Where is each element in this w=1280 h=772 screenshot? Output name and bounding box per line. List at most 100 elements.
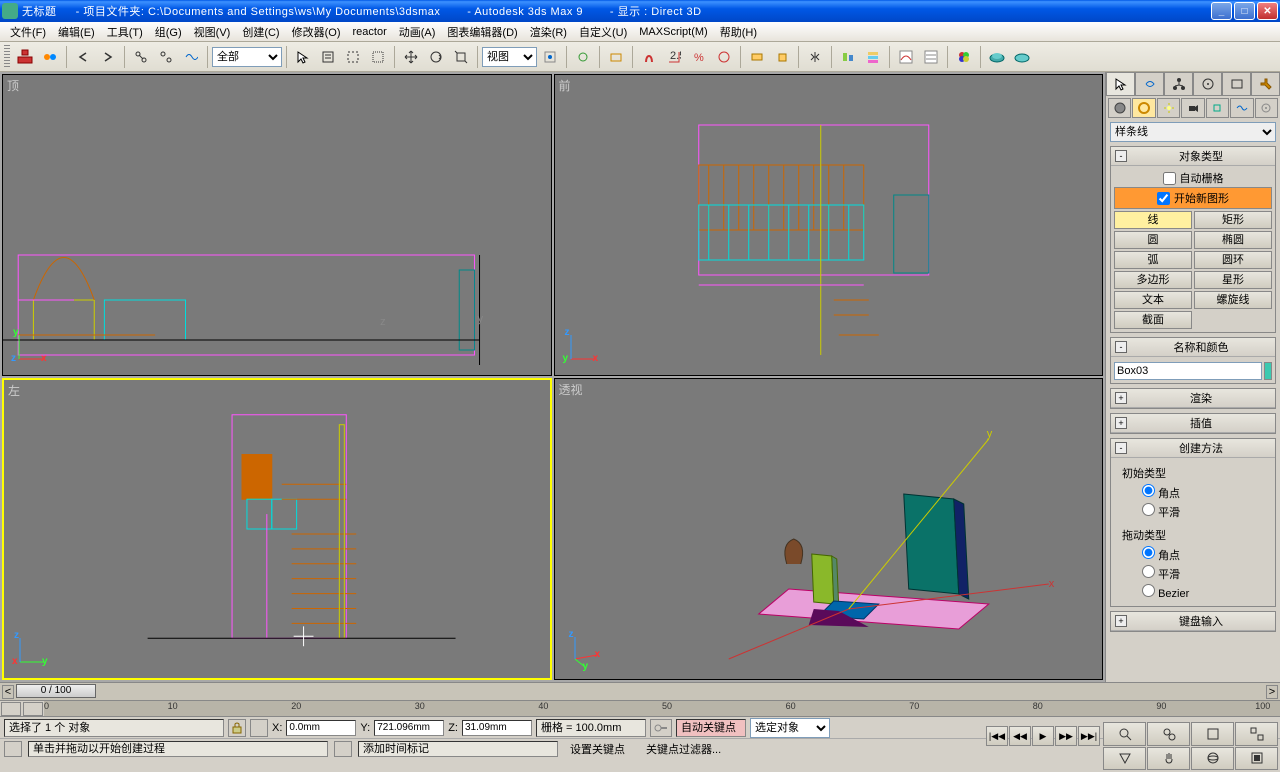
start-new-shape-checkbox[interactable]	[1157, 192, 1170, 205]
shape-btn-ellipse[interactable]: 椭圆	[1194, 231, 1272, 249]
keyboard-shortcut-icon[interactable]	[604, 45, 628, 69]
coord-z-input[interactable]	[462, 720, 532, 736]
tab-utilities[interactable]	[1251, 72, 1280, 95]
tab-motion[interactable]	[1193, 72, 1222, 95]
subtab-shapes[interactable]	[1132, 98, 1155, 118]
trackbar-toggle[interactable]	[1, 702, 21, 716]
shape-btn-text[interactable]: 文本	[1114, 291, 1192, 309]
selection-filter-dropdown[interactable]: 全部	[212, 47, 282, 67]
zoom-extents-icon[interactable]	[1191, 722, 1234, 746]
viewport-front[interactable]: 前	[554, 74, 1104, 376]
schematic-view-icon[interactable]	[13, 45, 37, 69]
select-manipulate-icon[interactable]	[571, 45, 595, 69]
layers-icon[interactable]	[38, 45, 62, 69]
angle-snap-icon[interactable]: 2.5	[662, 45, 686, 69]
bind-spacewarp-icon[interactable]	[179, 45, 203, 69]
viewport-left[interactable]: 左	[2, 378, 552, 680]
menu-modifiers[interactable]: 修改器(O)	[286, 22, 347, 42]
prev-frame-icon[interactable]: ◀◀	[1009, 726, 1031, 746]
menu-graph[interactable]: 图表编辑器(D)	[441, 22, 523, 42]
goto-start-icon[interactable]: |◀◀	[986, 726, 1008, 746]
menu-group[interactable]: 组(G)	[149, 22, 188, 42]
play-icon[interactable]: ▶	[1032, 726, 1054, 746]
maximize-viewport-icon[interactable]	[1235, 747, 1278, 771]
curve-editor-icon[interactable]	[894, 45, 918, 69]
shape-btn-star[interactable]: 星形	[1194, 271, 1272, 289]
tab-modify[interactable]	[1135, 72, 1164, 95]
schematic-view2-icon[interactable]	[919, 45, 943, 69]
autogrid-checkbox[interactable]	[1163, 172, 1176, 185]
subtab-geometry[interactable]	[1108, 98, 1131, 118]
unlink-icon[interactable]	[154, 45, 178, 69]
time-slider-track[interactable]: 0 / 100	[16, 684, 1264, 700]
trackbar-filter[interactable]	[23, 702, 43, 716]
select-move-icon[interactable]	[399, 45, 423, 69]
quick-render-icon[interactable]	[1010, 45, 1034, 69]
object-color-swatch[interactable]	[1264, 362, 1272, 380]
key-mode-icon[interactable]	[650, 719, 672, 737]
radio-initial-smooth[interactable]: 平滑	[1122, 502, 1264, 521]
key-target-dropdown[interactable]: 选定对象	[750, 718, 830, 738]
subtab-systems[interactable]	[1255, 98, 1278, 118]
shape-btn-helix[interactable]: 螺旋线	[1194, 291, 1272, 309]
maxscript-listener-icon[interactable]	[4, 741, 22, 757]
menu-customize[interactable]: 自定义(U)	[573, 22, 633, 42]
shape-btn-ngon[interactable]: 多边形	[1114, 271, 1192, 289]
next-frame-icon[interactable]: ▶▶	[1055, 726, 1077, 746]
shape-btn-donut[interactable]: 圆环	[1194, 251, 1272, 269]
toolbar-grip[interactable]	[4, 45, 10, 69]
menu-reactor[interactable]: reactor	[347, 24, 393, 40]
named-selection-icon[interactable]	[745, 45, 769, 69]
trackbar-ruler[interactable]: 0 10 20 30 40 50 60 70 80 90 100	[44, 701, 1280, 716]
time-slider-next[interactable]: >	[1266, 685, 1278, 699]
radio-drag-smooth[interactable]: 平滑	[1122, 564, 1264, 583]
key-filters-button[interactable]: 关键点过滤器...	[646, 741, 746, 757]
subtab-lights[interactable]	[1157, 98, 1180, 118]
shape-btn-circle[interactable]: 圆	[1114, 231, 1192, 249]
select-rotate-icon[interactable]	[424, 45, 448, 69]
absolute-relative-icon[interactable]	[250, 719, 268, 737]
shape-btn-line[interactable]: 线	[1114, 211, 1192, 229]
undo-icon[interactable]	[71, 45, 95, 69]
menu-create[interactable]: 创建(C)	[236, 22, 285, 42]
viewport-perspective[interactable]: 透视 x y	[554, 378, 1104, 680]
rollout-toggle[interactable]: -	[1115, 341, 1127, 353]
mirror-icon[interactable]	[803, 45, 827, 69]
zoom-extents-all-icon[interactable]	[1235, 722, 1278, 746]
tab-hierarchy[interactable]	[1164, 72, 1193, 95]
menu-maxscript[interactable]: MAXScript(M)	[633, 24, 713, 40]
spinner-snap-icon[interactable]	[712, 45, 736, 69]
rollout-toggle[interactable]: -	[1115, 442, 1127, 454]
zoom-icon[interactable]	[1103, 722, 1146, 746]
arc-rotate-icon[interactable]	[1191, 747, 1234, 771]
menu-animation[interactable]: 动画(A)	[393, 22, 442, 42]
material-editor-icon[interactable]	[952, 45, 976, 69]
coord-y-input[interactable]	[374, 720, 444, 736]
snap-toggle-icon[interactable]	[637, 45, 661, 69]
rollout-toggle[interactable]: +	[1115, 417, 1127, 429]
pivot-center-icon[interactable]	[538, 45, 562, 69]
subtab-spacewarps[interactable]	[1230, 98, 1253, 118]
link-icon[interactable]	[129, 45, 153, 69]
pan-icon[interactable]	[1147, 747, 1190, 771]
align-icon[interactable]	[836, 45, 860, 69]
named-selection-set-icon[interactable]	[770, 45, 794, 69]
shape-category-dropdown[interactable]: 样条线	[1110, 122, 1276, 142]
viewport-top[interactable]: 顶 z y x y z	[2, 74, 552, 376]
select-region-rect-icon[interactable]	[341, 45, 365, 69]
shape-btn-section[interactable]: 截面	[1114, 311, 1192, 329]
field-of-view-icon[interactable]	[1103, 747, 1146, 771]
menu-help[interactable]: 帮助(H)	[714, 22, 763, 42]
goto-end-icon[interactable]: ▶▶|	[1078, 726, 1100, 746]
maximize-button[interactable]: □	[1234, 2, 1255, 20]
coord-x-input[interactable]	[286, 720, 356, 736]
auto-key-button[interactable]: 自动关键点	[676, 719, 746, 737]
menu-file[interactable]: 文件(F)	[4, 22, 52, 42]
menu-render[interactable]: 渲染(R)	[524, 22, 573, 42]
redo-icon[interactable]	[96, 45, 120, 69]
select-scale-icon[interactable]	[449, 45, 473, 69]
radio-initial-corner[interactable]: 角点	[1122, 483, 1264, 502]
menu-view[interactable]: 视图(V)	[188, 22, 237, 42]
menu-tools[interactable]: 工具(T)	[101, 22, 149, 42]
subtab-cameras[interactable]	[1181, 98, 1204, 118]
